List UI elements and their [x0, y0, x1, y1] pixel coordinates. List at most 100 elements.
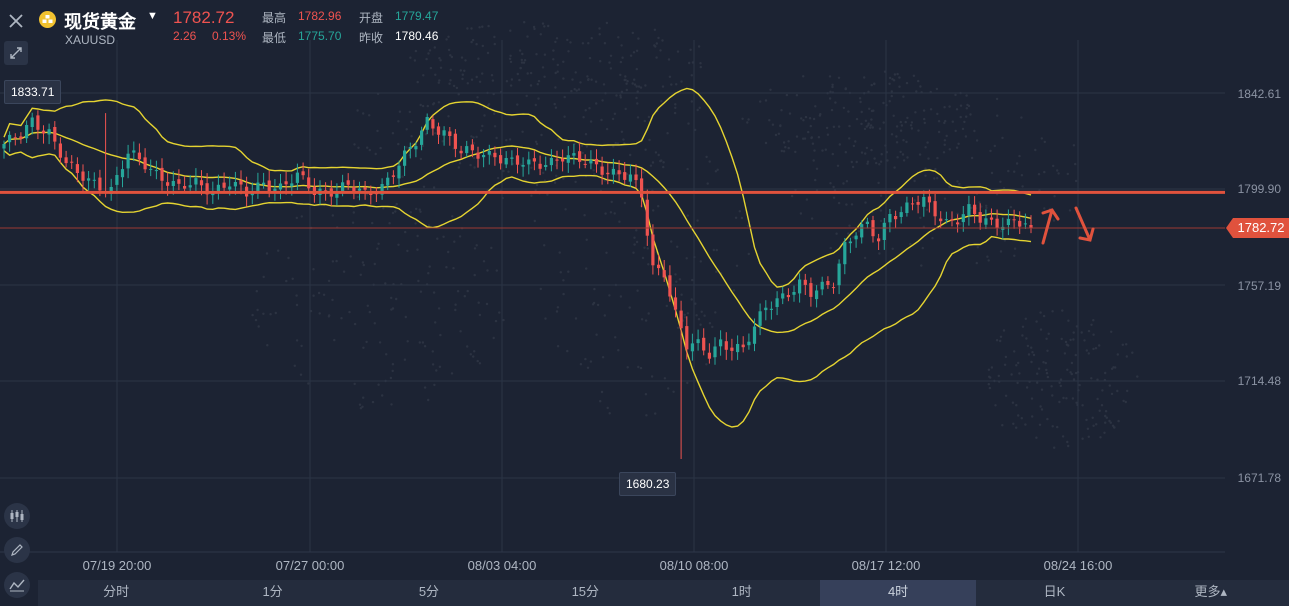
candle-body [752, 326, 757, 344]
draw-tool-button[interactable] [4, 537, 30, 563]
candle-body [290, 183, 294, 187]
caret-down-icon[interactable]: ▼ [147, 10, 158, 22]
candle-body [905, 202, 909, 213]
candle-body [702, 337, 706, 351]
candle-body [843, 242, 847, 265]
candle-body [262, 182, 266, 185]
close-icon [9, 14, 23, 28]
candle-body [989, 217, 994, 220]
candle-body [606, 172, 610, 175]
candle-body [199, 180, 204, 186]
candle-body [922, 197, 926, 207]
candle-body [916, 202, 920, 205]
pencil-icon [11, 544, 23, 556]
candle-body [713, 346, 717, 358]
candle-body [882, 222, 886, 240]
candle-body [126, 153, 130, 169]
candle-body [120, 169, 125, 178]
candle-body [628, 174, 632, 182]
prev-close-value: 1780.46 [395, 29, 439, 43]
candle-body [8, 134, 12, 143]
tab-more[interactable]: 更多▴ [1133, 580, 1289, 606]
candle-body [623, 172, 627, 180]
tab-timeshare[interactable]: 分时 [38, 580, 194, 606]
candle-body [860, 224, 864, 238]
candle-body [58, 143, 62, 158]
candle-body [183, 186, 187, 189]
candle-body [798, 279, 802, 294]
candle-body [651, 234, 655, 266]
candle-body [301, 171, 305, 176]
candle-body [81, 171, 85, 181]
candle-body [679, 310, 683, 329]
candle-body [572, 153, 576, 156]
timeframe-tabbar: 分时 1分 5分 15分 1时 4时 日K 更多▴ [38, 580, 1289, 606]
candle-body [809, 283, 813, 297]
y-tick-label: 1799.90 [1237, 182, 1281, 196]
candlestick-icon [10, 510, 24, 522]
high-marker-callout: 1833.71 [4, 80, 62, 104]
chart-area[interactable]: 1842.61 1799.90 1757.19 1714.48 1671.78 … [0, 0, 1289, 580]
candle-body [786, 295, 790, 298]
candle-body [154, 170, 158, 172]
indicator-tool-button[interactable] [4, 572, 30, 598]
candle-body [781, 293, 785, 299]
tab-15min[interactable]: 15分 [507, 580, 663, 606]
candle-body [640, 178, 644, 198]
candle-body [436, 126, 441, 135]
candle-body [673, 297, 678, 310]
candle-body [589, 159, 593, 164]
candle-body [459, 150, 463, 154]
candle-body [561, 158, 565, 162]
candle-body [578, 151, 582, 162]
candle-body [442, 130, 446, 136]
candle-body [30, 117, 34, 127]
candle-body [115, 175, 119, 185]
x-tick-label: 08/03 04:00 [467, 558, 537, 573]
candle-body [414, 146, 418, 150]
candle-body [566, 155, 570, 163]
tab-5min[interactable]: 5分 [351, 580, 507, 606]
tab-1hour[interactable]: 1时 [664, 580, 820, 606]
symbol-name[interactable]: 现货黄金 [64, 8, 136, 34]
candle-body [865, 221, 869, 224]
candle-body [899, 212, 903, 217]
candle-body [532, 158, 536, 162]
candle-body [611, 168, 615, 175]
candle-body [408, 147, 412, 149]
open-value: 1779.47 [395, 9, 439, 23]
candle-body [707, 352, 711, 359]
candle-body [267, 180, 271, 192]
y-tick-label: 1757.19 [1237, 279, 1281, 293]
expand-button[interactable] [4, 41, 28, 65]
open-label: 开盘 [359, 11, 384, 25]
expand-diagonal-icon [10, 47, 22, 59]
candle-body [877, 238, 881, 242]
candle-body [166, 182, 170, 186]
candle-body [482, 155, 486, 158]
candle-body [357, 188, 362, 191]
candle-body [910, 203, 915, 205]
candle-style-button[interactable] [4, 503, 30, 529]
candle-body [538, 163, 542, 169]
close-button[interactable] [4, 9, 28, 33]
y-tick-label: 1842.61 [1237, 87, 1281, 101]
candle-body [420, 130, 424, 145]
candle-body [453, 133, 457, 149]
up-arrow-annotation [1041, 208, 1060, 245]
candle-body [149, 168, 153, 170]
tab-4hour[interactable]: 4时 [819, 580, 977, 606]
candle-body [594, 158, 599, 165]
low-label: 最低 [262, 31, 287, 45]
candle-body [527, 159, 531, 165]
tab-1min[interactable]: 1分 [194, 580, 350, 606]
candle-body [171, 181, 175, 186]
price-change: 2.26 [173, 29, 197, 43]
candle-body [87, 178, 91, 181]
tab-daily[interactable]: 日K [976, 580, 1132, 606]
candle-body [634, 174, 638, 181]
candle-body [617, 170, 621, 175]
candle-body [967, 204, 971, 216]
candle-body [493, 152, 497, 158]
candle-body [403, 150, 407, 166]
